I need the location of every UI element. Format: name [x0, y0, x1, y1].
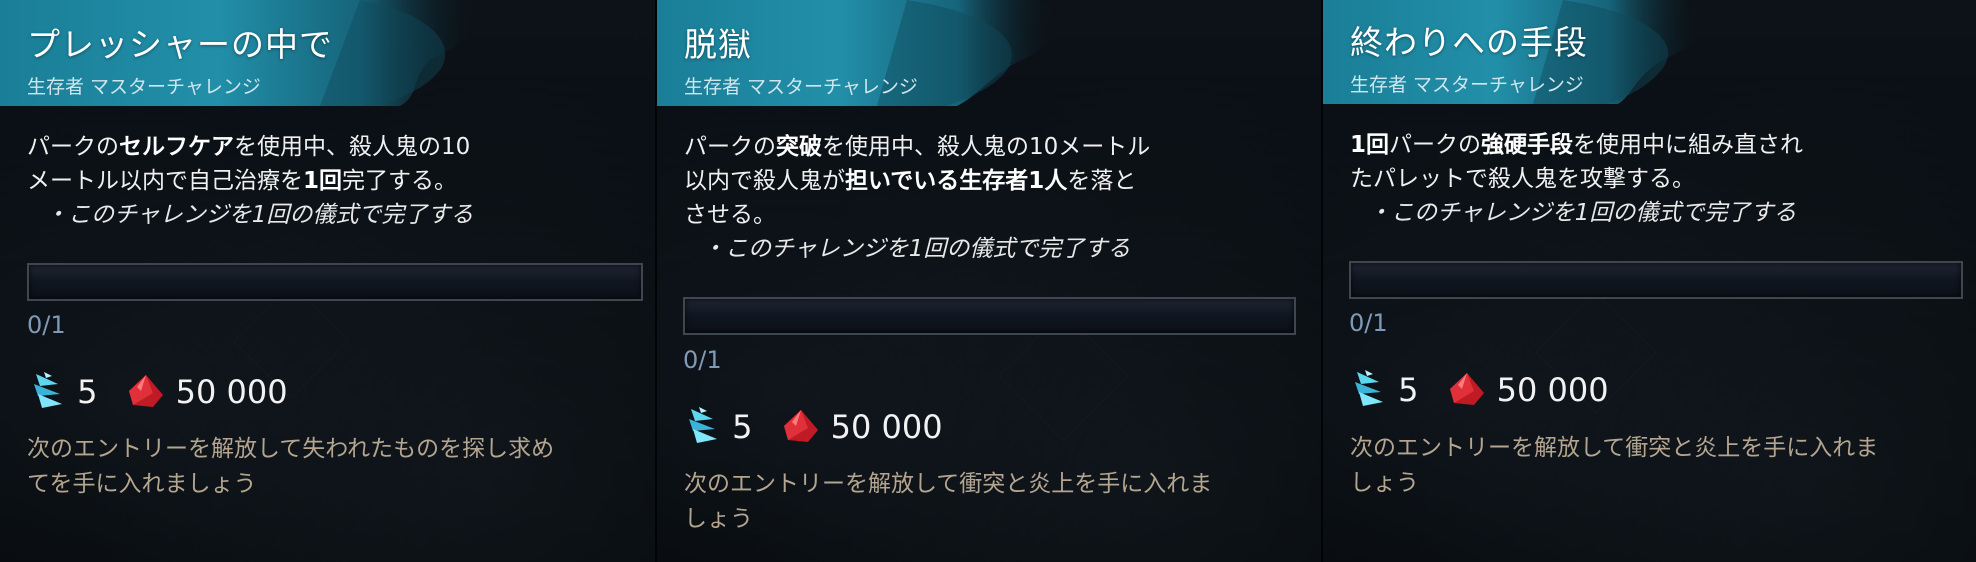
shard-reward: 5: [1398, 371, 1419, 409]
progress-bar: [683, 297, 1296, 335]
description-line: させる。: [684, 202, 776, 228]
unlock-text: 次のエントリーを解放して衝突と炎上を手に入れま しょう: [684, 471, 1213, 532]
shard-reward: 5: [732, 408, 753, 446]
bloodpoint-reward: 50 000: [830, 408, 943, 446]
challenge-title: 脱獄: [684, 25, 752, 64]
rift-fragment-icon: [685, 405, 721, 449]
progress-bar: [1349, 261, 1963, 299]
rift-fragment-icon: [30, 370, 66, 414]
challenge-header: 脱獄 生存者 マスターチャレンジ: [657, 0, 1321, 106]
rewards-row: 5 50 000: [1351, 368, 1609, 416]
challenge-panels: プレッシャーの中で 生存者 マスターチャレンジ パークのセルフケアを使用中、殺人…: [0, 0, 1976, 562]
rewards-row: 5 50 000: [30, 370, 288, 418]
challenge-title: 終わりへの手段: [1350, 23, 1588, 62]
bloodpoint-gem-icon: [1448, 371, 1486, 409]
challenge-category: 生存者 マスターチャレンジ: [1350, 74, 1584, 96]
bloodpoint-gem-icon: [782, 408, 820, 446]
challenge-note: ・このチャレンジを1回の儀式で完了する: [45, 202, 474, 228]
shard-reward: 5: [77, 373, 98, 411]
unlock-text: 次のエントリーを解放して衝突と炎上を手に入れま しょう: [1350, 435, 1879, 496]
challenge-description: パークの突破を使用中、殺人鬼の10メートル 以内で殺人鬼が担いでいる生存者1人を…: [684, 130, 1214, 266]
bloodpoint-gem-icon: [127, 373, 165, 411]
rewards-row: 5 50 000: [685, 405, 943, 453]
rift-fragment-icon: [1351, 368, 1387, 412]
challenge-category: 生存者 マスターチャレンジ: [684, 76, 918, 98]
unlock-text: 次のエントリーを解放して失われたものを探し求め てを手に入れましょう: [27, 436, 555, 497]
bloodpoint-reward: 50 000: [175, 373, 288, 411]
description-line: 以内で殺人鬼が担いでいる生存者1人を落と: [684, 168, 1137, 194]
progress-counter: 0/1: [1349, 309, 1388, 337]
challenge-note: ・このチャレンジを1回の儀式で完了する: [702, 236, 1131, 262]
progress-counter: 0/1: [27, 311, 66, 339]
description-line: パークの突破を使用中、殺人鬼の10メートル: [684, 134, 1151, 160]
description-line: たパレットで殺人鬼を攻撃する。: [1350, 166, 1695, 192]
challenge-title: プレッシャーの中で: [27, 25, 333, 64]
progress-counter: 0/1: [683, 346, 722, 374]
challenge-card[interactable]: プレッシャーの中で 生存者 マスターチャレンジ パークのセルフケアを使用中、殺人…: [0, 0, 655, 562]
description-line: パークのセルフケアを使用中、殺人鬼の10: [27, 134, 471, 160]
challenge-category: 生存者 マスターチャレンジ: [27, 76, 261, 98]
description-line: メートル以内で自己治療を1回完了する。: [27, 168, 458, 194]
challenge-description: パークのセルフケアを使用中、殺人鬼の10 メートル以内で自己治療を1回完了する。…: [27, 130, 557, 232]
progress-bar: [27, 263, 643, 301]
challenge-note: ・このチャレンジを1回の儀式で完了する: [1368, 200, 1797, 226]
challenge-header: 終わりへの手段 生存者 マスターチャレンジ: [1323, 0, 1976, 106]
challenge-description: 1回パークの強硬手段を使用中に組み直され たパレットで殺人鬼を攻撃する。 ・この…: [1350, 128, 1880, 230]
challenge-card[interactable]: 脱獄 生存者 マスターチャレンジ パークの突破を使用中、殺人鬼の10メートル 以…: [657, 0, 1321, 562]
challenge-card[interactable]: 終わりへの手段 生存者 マスターチャレンジ 1回パークの強硬手段を使用中に組み直…: [1323, 0, 1976, 562]
challenge-header: プレッシャーの中で 生存者 マスターチャレンジ: [0, 0, 655, 106]
description-line: 1回パークの強硬手段を使用中に組み直され: [1350, 132, 1804, 158]
bloodpoint-reward: 50 000: [1496, 371, 1609, 409]
